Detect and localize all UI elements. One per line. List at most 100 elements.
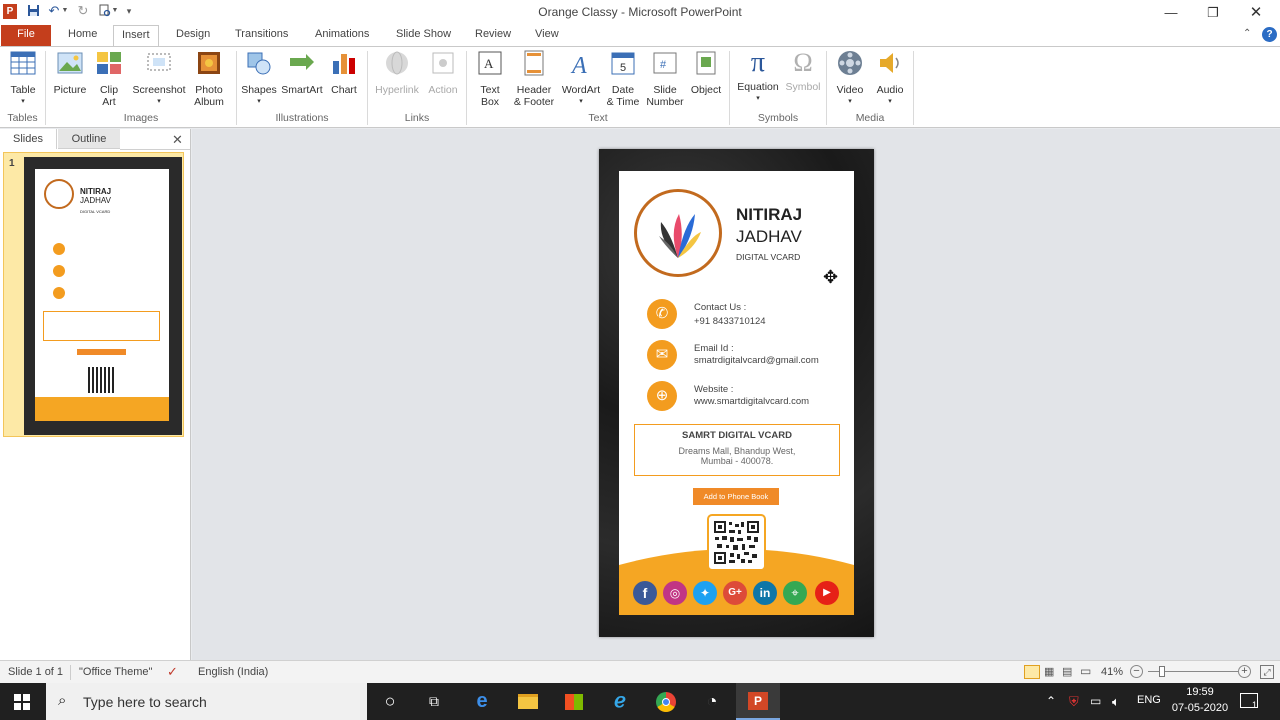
tab-file[interactable]: File [1, 25, 51, 46]
task-view-icon[interactable]: ⧉ [412, 683, 456, 720]
app-icon[interactable]: ◔ [690, 683, 734, 720]
facebook-icon[interactable]: f [633, 581, 657, 605]
twitter-icon[interactable]: ✦ [693, 581, 717, 605]
tab-slides[interactable]: Slides [0, 129, 57, 149]
slide-number-button[interactable]: # Slide Number [643, 49, 687, 108]
tab-outline[interactable]: Outline [58, 129, 120, 149]
text-box-label-1: Text [480, 84, 500, 96]
tab-design[interactable]: Design [168, 25, 218, 46]
linkedin-icon[interactable]: in [753, 581, 777, 605]
zoom-in-icon[interactable]: + [1238, 665, 1251, 678]
security-icon[interactable]: ⛨ [1069, 694, 1079, 710]
tab-transitions[interactable]: Transitions [227, 25, 296, 46]
zoom-slider-thumb[interactable] [1159, 666, 1165, 677]
restore-button[interactable]: ❐ [1192, 0, 1234, 25]
date-time-button[interactable]: 5 Date & Time [604, 49, 642, 108]
file-explorer-icon[interactable] [506, 683, 550, 720]
shapes-button[interactable]: Shapes ▾ [240, 49, 278, 108]
equation-button[interactable]: π Equation ▾ [734, 49, 782, 105]
audio-button[interactable]: Audio ▾ [871, 49, 909, 108]
email-value: smatrdigitalvcard@gmail.com [694, 355, 819, 366]
thumb-logo [44, 179, 74, 209]
screenshot-button[interactable]: Screenshot ▾ [130, 49, 188, 108]
chrome-icon[interactable] [644, 683, 688, 720]
tab-animations[interactable]: Animations [307, 25, 377, 46]
object-label: Object [690, 84, 722, 96]
tab-view[interactable]: View [527, 25, 567, 46]
smartart-icon [290, 54, 314, 70]
slide-thumbnail[interactable]: 1 NITIRAJ JADHAV DIGITAL VCARD [3, 152, 184, 437]
store-icon[interactable] [552, 683, 596, 720]
picture-button[interactable]: Picture [51, 49, 89, 96]
show-hidden-icons[interactable]: ⌃ [1046, 694, 1056, 708]
volume-icon[interactable]: 🔈︎ [1112, 694, 1120, 710]
language-indicator[interactable]: English (India) [198, 666, 268, 678]
google-plus-icon[interactable]: G+ [723, 581, 747, 605]
photo-album-button[interactable]: Photo Album [189, 49, 229, 108]
object-button[interactable]: Object [688, 49, 724, 96]
clock-time[interactable]: 19:59 [1170, 686, 1230, 698]
edge-icon[interactable]: e [460, 683, 504, 720]
thumbnail-preview: NITIRAJ JADHAV DIGITAL VCARD [24, 157, 182, 435]
photo-album-label-1: Photo [195, 84, 223, 96]
action-button[interactable]: Action [424, 49, 462, 96]
contact-label: Contact Us : [694, 302, 747, 313]
video-button[interactable]: Video ▾ [831, 49, 869, 108]
vcard[interactable]: NITIRAJ JADHAV DIGITAL VCARD ✆ Contact U… [619, 171, 854, 615]
header-footer-button[interactable]: Header & Footer [510, 49, 558, 108]
collapse-ribbon-icon[interactable]: ⌃ [1243, 28, 1251, 39]
smartart-button[interactable]: SmartArt [280, 49, 324, 96]
battery-icon[interactable]: ▭ [1090, 694, 1101, 708]
hyperlink-icon [386, 51, 408, 75]
internet-explorer-icon[interactable]: ℯ [598, 683, 642, 720]
theme-name[interactable]: "Office Theme" [79, 666, 152, 678]
wordart-button[interactable]: A WordArt ▾ [559, 49, 603, 108]
reading-view-icon[interactable]: ▤ [1062, 665, 1076, 679]
hyperlink-button[interactable]: Hyperlink [372, 49, 422, 96]
close-pane-icon[interactable]: ✕ [172, 132, 183, 148]
maps-icon[interactable]: ⌖ [783, 581, 807, 605]
clip-art-label-1: Clip [99, 84, 119, 96]
zoom-out-icon[interactable]: − [1130, 665, 1143, 678]
taskbar-search[interactable]: ⌕ Type here to search [46, 683, 367, 720]
photo-album-icon [198, 52, 220, 74]
slide[interactable]: NITIRAJ JADHAV DIGITAL VCARD ✆ Contact U… [599, 149, 874, 637]
notifications-icon[interactable]: 1 [1240, 693, 1258, 710]
shapes-icon [247, 52, 271, 75]
youtube-icon[interactable]: ▶ [815, 581, 839, 605]
clip-art-button[interactable]: Clip Art [94, 49, 124, 108]
zoom-level[interactable]: 41% [1101, 666, 1123, 678]
fit-to-window-icon[interactable]: ⤢ [1260, 665, 1274, 679]
chart-label: Chart [331, 84, 357, 96]
text-box-button[interactable]: A Text Box [473, 49, 507, 108]
instagram-icon[interactable]: ◎ [663, 581, 687, 605]
chart-button[interactable]: Chart [327, 49, 361, 96]
hyperlink-label: Hyperlink [375, 84, 419, 96]
normal-view-icon[interactable] [1024, 665, 1040, 679]
tab-home[interactable]: Home [60, 25, 105, 46]
add-to-phone-book-button[interactable]: Add to Phone Book [693, 488, 779, 505]
tab-slide-show[interactable]: Slide Show [388, 25, 459, 46]
clock-date[interactable]: 07-05-2020 [1170, 702, 1230, 714]
table-button[interactable]: Table ▾ [4, 49, 42, 108]
petal-logo-icon [659, 214, 701, 258]
slide-sorter-icon[interactable]: ▦ [1044, 665, 1058, 679]
clip-art-label-2: Art [102, 96, 116, 108]
spell-check-icon[interactable]: ✓ [167, 664, 178, 680]
address-box[interactable]: SAMRT DIGITAL VCARD Dreams Mall, Bhandup… [634, 424, 840, 476]
help-icon[interactable]: ? [1262, 27, 1277, 42]
tab-insert[interactable]: Insert [113, 25, 159, 47]
input-language[interactable]: ENG [1137, 694, 1161, 706]
tab-review[interactable]: Review [467, 25, 519, 46]
powerpoint-taskbar-icon[interactable]: P [736, 683, 780, 720]
minimize-button[interactable]: — [1150, 0, 1192, 25]
cortana-icon[interactable]: ○ [368, 683, 412, 720]
windows-start-icon[interactable] [0, 683, 44, 720]
close-button[interactable]: ✕ [1235, 0, 1277, 25]
slide-show-icon[interactable]: ▭ [1080, 664, 1094, 678]
slide-number-label-1: Slide [653, 84, 677, 96]
logo[interactable] [634, 189, 722, 277]
thumb-add-button [77, 349, 126, 355]
qr-code[interactable] [707, 514, 766, 571]
symbol-button[interactable]: Ω Symbol [783, 49, 823, 94]
